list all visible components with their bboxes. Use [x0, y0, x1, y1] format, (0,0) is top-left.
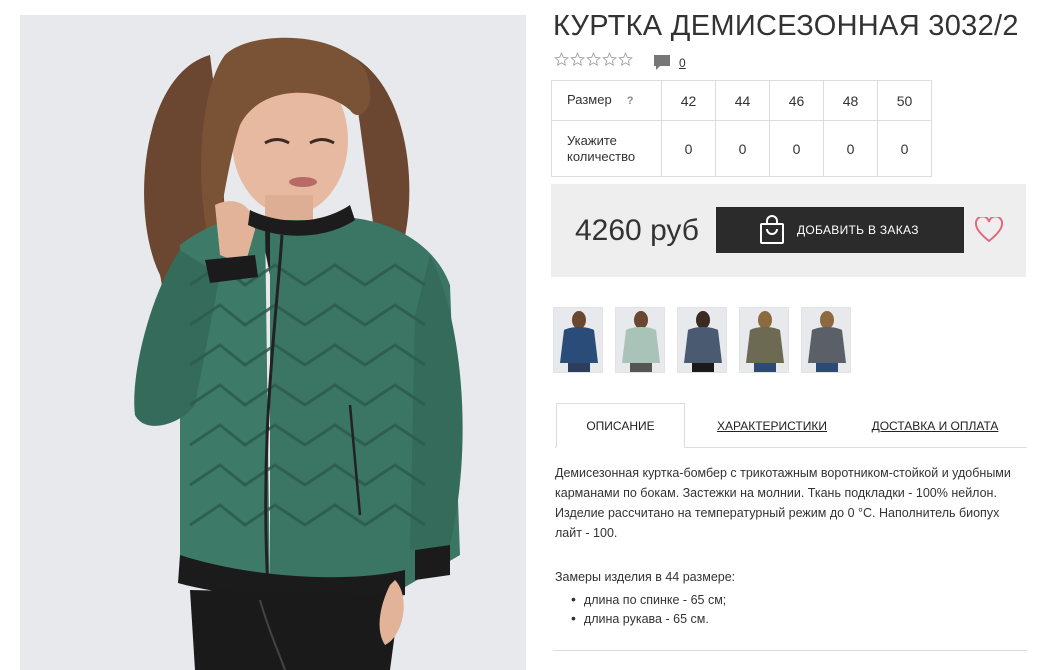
comments-count-link[interactable]: 0: [679, 56, 686, 70]
thumbnail[interactable]: [615, 307, 665, 373]
size-quantity-table: Размер? 42 44 46 48 50 Укажите количеств…: [551, 80, 932, 177]
star-icon[interactable]: [586, 52, 601, 67]
thumbnail[interactable]: [677, 307, 727, 373]
measures-title: Замеры изделия в 44 размере:: [555, 570, 736, 584]
jacket-steel-icon: [684, 311, 722, 372]
price: 4260 руб: [575, 214, 699, 247]
size-label: Размер: [567, 92, 612, 107]
thumbnail[interactable]: [801, 307, 851, 373]
size-option[interactable]: 44: [715, 80, 770, 121]
product-title: КУРТКА ДЕМИСЕЗОННАЯ 3032/2: [553, 10, 1019, 42]
color-thumbnails: [553, 307, 851, 373]
product-description: Демисезонная куртка-бомбер с трикотажным…: [555, 466, 1011, 540]
shopping-bag-icon: [760, 215, 784, 244]
rating-stars[interactable]: [554, 52, 633, 67]
list-item: длина рукава - 65 см.: [571, 609, 726, 628]
thumbnail[interactable]: [739, 307, 789, 373]
quantity-row: Укажите количество 0 0 0 0 0: [551, 120, 932, 177]
measures-list: длина по спинке - 65 см; длина рукава - …: [571, 590, 726, 628]
comment-icon[interactable]: [653, 54, 671, 71]
size-row: Размер? 42 44 46 48 50: [551, 80, 932, 121]
add-to-order-label: ДОБАВИТЬ В ЗАКАЗ: [797, 223, 919, 237]
quantity-input[interactable]: 0: [823, 120, 878, 177]
add-to-order-button[interactable]: ДОБАВИТЬ В ЗАКАЗ: [716, 207, 964, 253]
quantity-label: Укажите количество: [551, 120, 662, 177]
size-label-cell: Размер?: [551, 80, 662, 121]
quantity-input[interactable]: 0: [715, 120, 770, 177]
size-option[interactable]: 48: [823, 80, 878, 121]
jacket-mint-icon: [622, 311, 660, 372]
star-icon[interactable]: [618, 52, 633, 67]
star-icon[interactable]: [602, 52, 617, 67]
product-main-photo[interactable]: [20, 15, 526, 670]
star-icon[interactable]: [554, 52, 569, 67]
size-option[interactable]: 42: [661, 80, 716, 121]
buy-box: 4260 руб ДОБАВИТЬ В ЗАКАЗ: [551, 184, 1026, 277]
list-item: длина по спинке - 65 см;: [571, 590, 726, 609]
tab-characteristics[interactable]: ХАРАКТЕРИСТИКИ: [705, 403, 839, 448]
jacket-navy-icon: [560, 311, 598, 372]
divider: [553, 650, 1027, 651]
star-icon[interactable]: [570, 52, 585, 67]
quantity-input[interactable]: 0: [661, 120, 716, 177]
tab-description[interactable]: ОПИСАНИЕ: [556, 403, 685, 448]
size-option[interactable]: 46: [769, 80, 824, 121]
jacket-olive-icon: [746, 311, 784, 372]
tab-delivery[interactable]: ДОСТАВКА И ОПЛАТА: [860, 403, 1010, 448]
size-option[interactable]: 50: [877, 80, 932, 121]
quantity-input[interactable]: 0: [769, 120, 824, 177]
jacket-grey-icon: [808, 311, 846, 372]
thumbnail[interactable]: [553, 307, 603, 373]
info-tabs: ОПИСАНИЕ ХАРАКТЕРИСТИКИ ДОСТАВКА И ОПЛАТ…: [555, 403, 1027, 448]
size-help-icon[interactable]: ?: [627, 95, 634, 107]
heart-icon[interactable]: [975, 217, 1003, 243]
quantity-input[interactable]: 0: [877, 120, 932, 177]
